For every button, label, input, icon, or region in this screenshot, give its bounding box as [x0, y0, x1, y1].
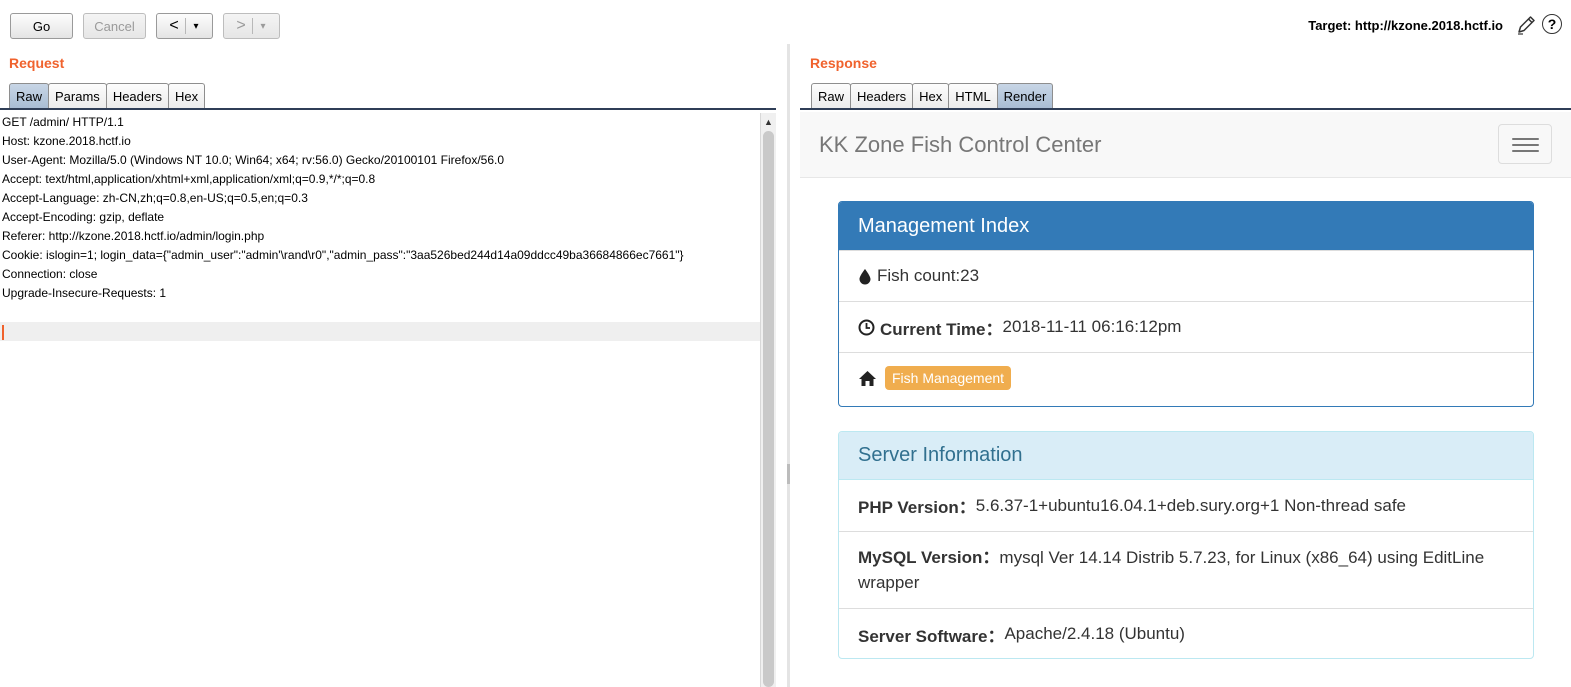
request-line: Cookie: islogin=1; login_data={"admin_us…	[2, 248, 684, 262]
mysql-version-value-cont: wrapper	[858, 573, 920, 592]
request-tab-params[interactable]: Params	[48, 83, 107, 108]
php-version-label: PHP Version：	[858, 498, 976, 517]
request-line: Upgrade-Insecure-Requests: 1	[2, 286, 167, 300]
fish-management-link[interactable]: Fish Management	[885, 366, 1012, 390]
target-label: Target: http://kzone.2018.hctf.io	[1308, 18, 1503, 33]
request-line: Accept-Encoding: gzip, deflate	[2, 210, 165, 224]
request-scrollbar[interactable]: ▲	[760, 113, 776, 687]
response-tab-html[interactable]: HTML	[948, 83, 998, 108]
mysql-version-row: MySQL Version：mysql Ver 14.14 Distrib 5.…	[839, 531, 1533, 608]
text-caret	[2, 325, 4, 340]
site-navbar: KK Zone Fish Control Center	[800, 112, 1571, 178]
request-line: Accept-Language: zh-CN,zh;q=0.8,en-US;q=…	[2, 191, 308, 205]
forward-dropdown-icon[interactable]: ▾	[253, 21, 273, 32]
splitter-grip[interactable]	[787, 464, 790, 484]
scroll-up-icon[interactable]: ▲	[764, 117, 773, 127]
cancel-button[interactable]: Cancel	[83, 13, 146, 39]
back-dropdown-icon[interactable]: ▾	[186, 21, 206, 32]
server-software-value: Apache/2.4.18 (Ubuntu)	[1004, 624, 1185, 643]
back-arrow-icon: <	[169, 17, 179, 34]
request-title: Request	[9, 55, 65, 71]
go-button[interactable]: Go	[10, 13, 73, 39]
response-tab-render[interactable]: Render	[996, 83, 1054, 108]
fish-management-row: Fish Management	[839, 352, 1533, 403]
back-button[interactable]: < ▾	[156, 13, 213, 39]
mysql-version-value: mysql Ver 14.14 Distrib 5.7.23, for Linu…	[999, 548, 1485, 567]
menu-icon[interactable]	[1498, 124, 1552, 164]
current-line-highlight	[0, 322, 760, 341]
toolbar: Go Cancel < ▾ > ▾ Target: http://kzone.2…	[0, 0, 1571, 48]
request-tab-underline	[0, 108, 776, 110]
forward-button[interactable]: > ▾	[223, 13, 280, 39]
php-version-value: 5.6.37-1+ubuntu16.04.1+deb.sury.org+1 No…	[975, 495, 1406, 515]
request-line: User-Agent: Mozilla/5.0 (Windows NT 10.0…	[2, 153, 505, 167]
php-version-row: PHP Version： 5.6.37-1+ubuntu16.04.1+deb.…	[839, 480, 1533, 531]
clock-icon	[858, 319, 875, 336]
response-tabs: Raw Headers Hex HTML Render	[811, 83, 1054, 110]
drop-icon	[858, 268, 872, 285]
server-software-label: Server Software：	[858, 626, 1005, 646]
request-tab-headers[interactable]: Headers	[105, 83, 169, 108]
request-line: GET /admin/ HTTP/1.1	[2, 115, 124, 129]
current-time-value: 2018-11-11 06:16:12pm	[1002, 317, 1182, 336]
request-tab-raw[interactable]: Raw	[9, 83, 50, 108]
response-tab-underline	[800, 108, 1571, 110]
fish-count-row: Fish count:23	[839, 250, 1533, 301]
help-icon[interactable]: ?	[1542, 14, 1562, 34]
current-time-label: Current Time：	[880, 319, 1003, 339]
forward-arrow-icon: >	[236, 17, 246, 34]
management-panel: Management Index Fish count:23 Current T…	[838, 201, 1534, 407]
pane-splitter[interactable]	[787, 44, 790, 687]
server-software-row: Server Software： Apache/2.4.18 (Ubuntu)	[839, 608, 1533, 658]
management-heading: Management Index	[839, 202, 1533, 250]
scrollbar-thumb[interactable]	[763, 131, 774, 687]
pencil-icon[interactable]	[1515, 14, 1537, 36]
request-tabs: Raw Params Headers Hex	[9, 83, 206, 110]
request-editor[interactable]: GET /admin/ HTTP/1.1 Host: kzone.2018.hc…	[0, 113, 760, 687]
current-time-row: Current Time： 2018-11-11 06:16:12pm	[839, 301, 1533, 352]
request-line: Host: kzone.2018.hctf.io	[2, 134, 131, 148]
server-info-heading: Server Information	[839, 432, 1533, 480]
response-title: Response	[810, 55, 877, 71]
mysql-version-label: MySQL Version：	[858, 548, 1000, 567]
request-line: Connection: close	[2, 267, 98, 281]
rendered-page: KK Zone Fish Control Center Management I…	[800, 112, 1571, 687]
request-line: Referer: http://kzone.2018.hctf.io/admin…	[2, 229, 265, 243]
fish-count-text: Fish count:23	[877, 266, 980, 285]
server-info-panel: Server Information PHP Version： 5.6.37-1…	[838, 431, 1534, 659]
request-line: Accept: text/html,application/xhtml+xml,…	[2, 172, 376, 186]
home-icon	[858, 370, 877, 387]
site-brand[interactable]: KK Zone Fish Control Center	[819, 132, 1101, 158]
response-tab-raw[interactable]: Raw	[811, 83, 852, 108]
response-tab-headers[interactable]: Headers	[850, 83, 914, 108]
response-tab-hex[interactable]: Hex	[912, 83, 950, 108]
request-tab-hex[interactable]: Hex	[167, 83, 206, 108]
